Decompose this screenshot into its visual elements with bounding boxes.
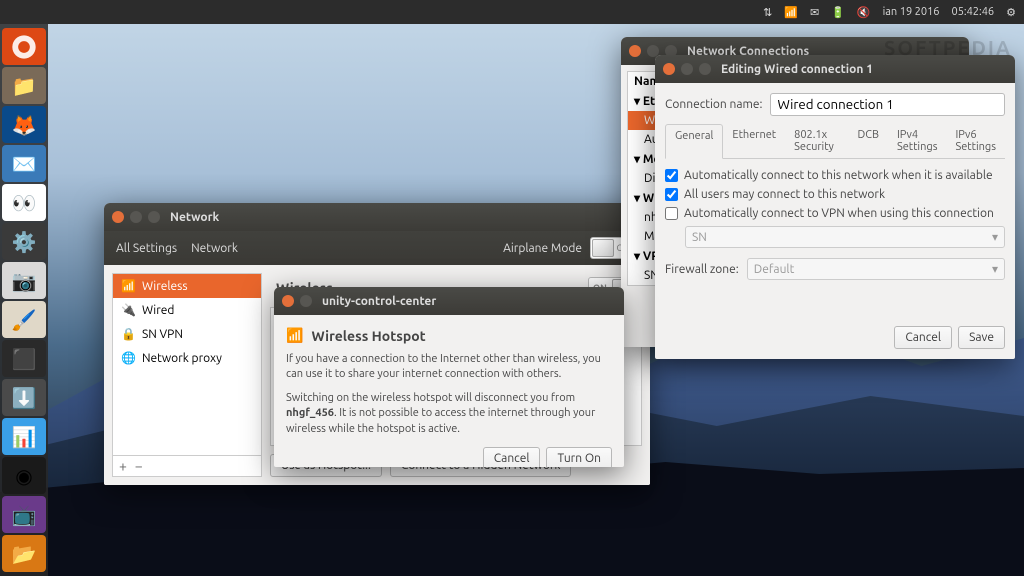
firewall-zone-label: Firewall zone: xyxy=(665,263,739,276)
date-text[interactable]: ian 19 2016 xyxy=(883,6,940,18)
time-text[interactable]: 05:42:46 xyxy=(951,6,994,18)
mail-indicator-icon[interactable]: ✉ xyxy=(810,6,819,19)
app-icon[interactable]: ⬇️ xyxy=(2,379,46,416)
auto-connect-label: Automatically connect to this network wh… xyxy=(684,169,993,182)
window-titlebar[interactable]: unity-control-center xyxy=(274,287,624,315)
dash-icon[interactable] xyxy=(2,28,46,65)
eyes-icon[interactable]: 👀 xyxy=(2,184,46,221)
watermark-text: SOFTPEDIA xyxy=(884,36,1012,59)
terminal-icon[interactable]: ⬛ xyxy=(2,340,46,377)
turn-on-button[interactable]: Turn On xyxy=(546,447,612,467)
window-title: Editing Wired connection 1 xyxy=(721,63,873,76)
globe-icon: 🌐 xyxy=(121,351,136,365)
maximize-icon[interactable] xyxy=(699,63,711,75)
sidebar-item-wireless[interactable]: 📶Wireless xyxy=(113,274,261,298)
app-icon[interactable]: 📷 xyxy=(2,262,46,299)
tab-ethernet[interactable]: Ethernet xyxy=(723,124,785,158)
settings-icon[interactable]: ⚙️ xyxy=(2,223,46,260)
all-users-checkbox[interactable] xyxy=(665,188,678,201)
window-title: Network xyxy=(170,211,219,224)
network-toolbar: All Settings Network Airplane Mode OFF xyxy=(104,231,650,265)
folder-icon[interactable]: 📂 xyxy=(2,535,46,572)
cancel-button[interactable]: Cancel xyxy=(894,326,952,349)
wifi-icon: 📶 xyxy=(121,279,136,293)
sidebar-item-wired[interactable]: 🔌Wired xyxy=(113,298,261,322)
network-sidebar: 📶Wireless 🔌Wired 🔒SN VPN 🌐Network proxy … xyxy=(112,273,262,477)
firefox-icon[interactable]: 🦊 xyxy=(2,106,46,143)
top-menu-bar: ⇅ 📶 ✉ 🔋 🔇 ian 19 2016 05:42:46 ⚙ xyxy=(0,0,1024,24)
dialog-text: If you have a connection to the Internet… xyxy=(286,352,612,383)
monitor-icon[interactable]: 📊 xyxy=(2,418,46,455)
minimize-icon[interactable] xyxy=(681,63,693,75)
edit-connection-window: Editing Wired connection 1 Connection na… xyxy=(655,55,1015,359)
tab-ipv6[interactable]: IPv6 Settings xyxy=(946,124,1005,158)
tab-dcb[interactable]: DCB xyxy=(848,124,888,158)
gear-icon[interactable]: ⚙ xyxy=(1006,6,1016,19)
connection-name-field[interactable] xyxy=(770,93,1005,116)
close-icon[interactable] xyxy=(663,63,675,75)
wifi-icon: 📶 xyxy=(286,327,303,344)
chevron-down-icon: ▾ xyxy=(992,262,998,276)
tab-8021x[interactable]: 802.1x Security xyxy=(785,124,848,158)
chevron-down-icon: ▾ xyxy=(992,230,998,244)
minimize-icon[interactable] xyxy=(300,295,312,307)
sound-indicator-icon[interactable]: 🔇 xyxy=(857,6,871,19)
all-settings-button[interactable]: All Settings xyxy=(116,242,177,255)
close-icon[interactable] xyxy=(112,211,124,223)
remove-connection-button[interactable]: − xyxy=(135,458,143,474)
dialog-text: Switching on the wireless hotspot will d… xyxy=(286,391,612,437)
app-icon[interactable]: 🖌️ xyxy=(2,301,46,338)
minimize-icon[interactable] xyxy=(130,211,142,223)
window-title: unity-control-center xyxy=(322,295,436,308)
unity-launcher: 📁 🦊 ✉️ 👀 ⚙️ 📷 🖌️ ⬛ ⬇️ 📊 ◉ 📺 📂 xyxy=(0,24,48,576)
close-icon[interactable] xyxy=(282,295,294,307)
hotspot-dialog: unity-control-center 📶 Wireless Hotspot … xyxy=(274,287,624,467)
connection-name-label: Connection name: xyxy=(665,98,762,111)
cancel-button[interactable]: Cancel xyxy=(483,447,541,467)
network-breadcrumb: Network xyxy=(191,242,238,255)
vpn-select[interactable]: SN▾ xyxy=(685,226,1005,248)
tab-ipv4[interactable]: IPv4 Settings xyxy=(888,124,947,158)
files-icon[interactable]: 📁 xyxy=(2,67,46,104)
app-icon[interactable]: 📺 xyxy=(2,496,46,533)
wifi-indicator-icon[interactable]: 📶 xyxy=(784,6,798,19)
lock-icon: 🔒 xyxy=(121,327,136,341)
window-titlebar[interactable]: Network xyxy=(104,203,650,231)
thunderbird-icon[interactable]: ✉️ xyxy=(2,145,46,182)
all-users-label: All users may connect to this network xyxy=(684,188,885,201)
sidebar-item-vpn[interactable]: 🔒SN VPN xyxy=(113,322,261,346)
window-titlebar[interactable]: Editing Wired connection 1 xyxy=(655,55,1015,83)
dialog-heading: Wireless Hotspot xyxy=(311,328,425,344)
add-connection-button[interactable]: + xyxy=(119,458,127,474)
network-indicator-icon[interactable]: ⇅ xyxy=(763,6,772,19)
steam-icon[interactable]: ◉ xyxy=(2,457,46,494)
ethernet-icon: 🔌 xyxy=(121,303,136,317)
maximize-icon[interactable] xyxy=(148,211,160,223)
close-icon[interactable] xyxy=(629,45,641,57)
auto-vpn-checkbox[interactable] xyxy=(665,207,678,220)
airplane-mode-label: Airplane Mode xyxy=(503,242,582,255)
battery-indicator-icon[interactable]: 🔋 xyxy=(831,6,845,19)
firewall-zone-select[interactable]: Default▾ xyxy=(747,258,1005,280)
auto-vpn-label: Automatically connect to VPN when using … xyxy=(684,207,994,220)
save-button[interactable]: Save xyxy=(958,326,1005,349)
sidebar-item-proxy[interactable]: 🌐Network proxy xyxy=(113,346,261,370)
tabs: General Ethernet 802.1x Security DCB IPv… xyxy=(665,124,1005,159)
auto-connect-checkbox[interactable] xyxy=(665,169,678,182)
tab-general[interactable]: General xyxy=(665,124,723,159)
